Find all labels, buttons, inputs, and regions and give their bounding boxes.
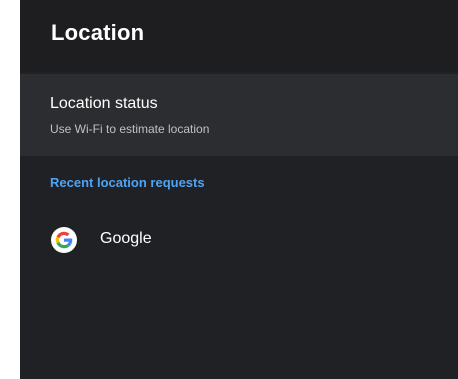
recent-request-item-google[interactable]: Google <box>20 218 458 262</box>
location-status-title: Location status <box>50 95 158 112</box>
google-icon <box>51 227 77 253</box>
app-header: Location <box>20 0 458 72</box>
recent-requests-header: Recent location requests <box>50 175 205 190</box>
page-title: Location <box>51 20 145 45</box>
settings-screen: Location Location status Use Wi-Fi to es… <box>20 0 458 379</box>
app-label: Google <box>100 230 152 247</box>
location-status-item[interactable]: Location status Use Wi-Fi to estimate lo… <box>20 74 458 156</box>
location-status-subtitle: Use Wi-Fi to estimate location <box>50 122 210 136</box>
